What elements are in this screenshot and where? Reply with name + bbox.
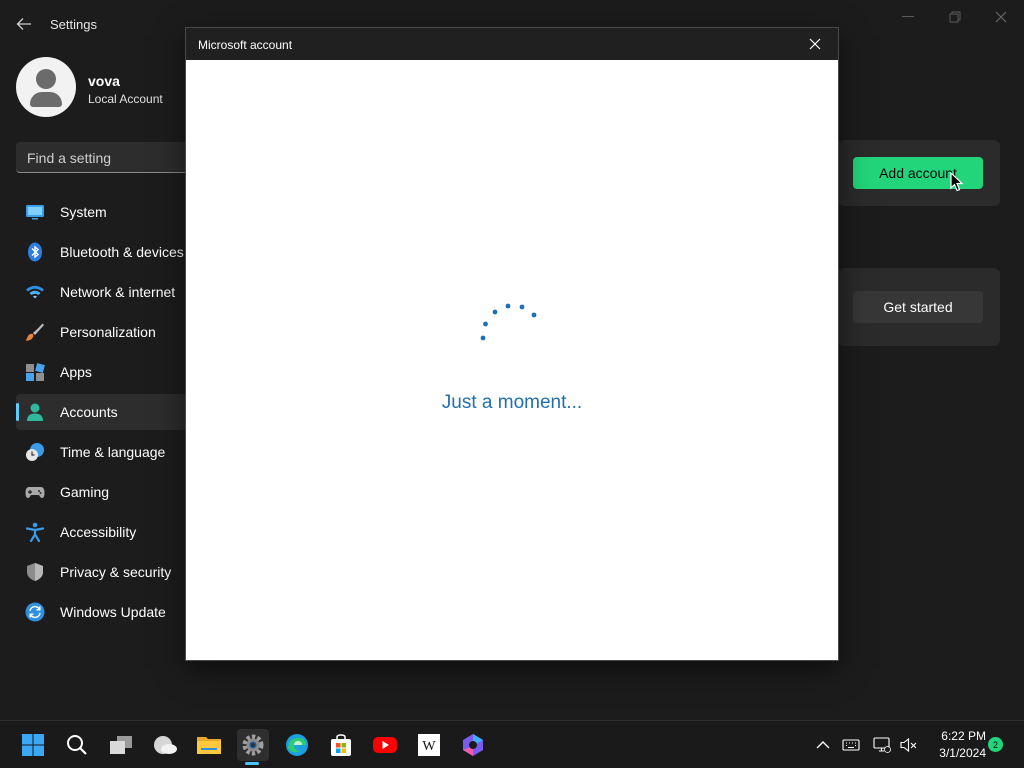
sidebar-item-label: Bluetooth & devices — [60, 244, 184, 260]
sidebar-item-windows-update[interactable]: Windows Update — [16, 594, 206, 630]
dialog-header: Microsoft account — [186, 28, 838, 60]
settings-icon — [242, 734, 264, 756]
wikipedia-icon: W — [418, 734, 440, 756]
chevron-up-icon — [816, 741, 830, 749]
keyboard-icon — [842, 739, 860, 751]
task-view-button[interactable] — [105, 729, 137, 761]
system-icon — [26, 205, 44, 220]
copilot-icon — [463, 734, 483, 756]
restore-icon — [949, 11, 961, 23]
brush-icon — [25, 323, 44, 341]
wikipedia-glyph: W — [422, 739, 436, 754]
sidebar-nav: System Bluetooth & devices Network & int… — [16, 194, 206, 634]
file-explorer-icon — [197, 737, 221, 754]
avatar-body-shape — [30, 92, 62, 107]
volume-button[interactable] — [899, 735, 919, 755]
apps-icon — [26, 363, 45, 381]
avatar[interactable] — [16, 57, 76, 117]
close-icon — [995, 11, 1007, 23]
search-input[interactable]: Find a setting — [16, 142, 206, 173]
avatar-head-shape — [36, 69, 56, 89]
active-app-indicator — [245, 762, 259, 765]
settings-taskbar-button[interactable] — [237, 729, 269, 761]
search-placeholder: Find a setting — [27, 150, 112, 166]
start-button[interactable] — [17, 729, 49, 761]
taskbar-clock[interactable]: 6:22 PM 3/1/2024 — [930, 729, 986, 760]
sidebar-item-time-language[interactable]: Time & language — [16, 434, 206, 470]
update-icon — [25, 602, 45, 622]
show-hidden-icons-button[interactable] — [813, 735, 833, 755]
sidebar-item-bluetooth[interactable]: Bluetooth & devices — [16, 234, 206, 270]
sidebar-item-label: Privacy & security — [60, 564, 172, 580]
file-explorer-button[interactable] — [193, 729, 225, 761]
minimize-button[interactable] — [896, 8, 920, 26]
weather-icon — [154, 736, 177, 754]
user-name: vova — [88, 73, 120, 89]
youtube-icon — [373, 737, 397, 753]
network-status-button[interactable] — [872, 735, 892, 755]
sidebar-item-privacy[interactable]: Privacy & security — [16, 554, 206, 590]
network-disconnected-icon — [873, 737, 891, 753]
wikipedia-button[interactable]: W — [413, 729, 445, 761]
store-icon — [331, 734, 351, 756]
sidebar-item-system[interactable]: System — [16, 194, 206, 230]
copilot-button[interactable] — [457, 729, 489, 761]
notification-badge[interactable]: 2 — [988, 737, 1003, 752]
shield-icon — [27, 563, 43, 581]
sidebar-item-label: Apps — [60, 364, 92, 380]
sidebar-item-label: System — [60, 204, 107, 220]
back-button[interactable] — [10, 12, 38, 36]
sidebar-item-accounts[interactable]: Accounts — [16, 394, 206, 430]
taskbar-search-button[interactable] — [61, 729, 93, 761]
window-close-button[interactable] — [989, 8, 1013, 26]
sidebar-item-label: Gaming — [60, 484, 110, 500]
microsoft-account-dialog: Microsoft account Just a moment... — [185, 27, 839, 661]
sidebar-item-label: Personalization — [60, 324, 156, 340]
close-icon — [809, 38, 821, 50]
youtube-button[interactable] — [369, 729, 401, 761]
sidebar-item-label: Windows Update — [60, 604, 166, 620]
edge-button[interactable] — [281, 729, 313, 761]
minimize-icon — [902, 16, 914, 17]
wifi-icon — [26, 285, 44, 299]
sidebar-item-personalization[interactable]: Personalization — [16, 314, 206, 350]
bluetooth-icon — [28, 242, 42, 262]
loading-spinner-icon — [480, 303, 537, 341]
account-type: Local Account — [88, 92, 163, 106]
edge-icon — [286, 734, 308, 756]
clock-globe-icon — [26, 443, 44, 461]
loading-text: Just a moment... — [441, 392, 583, 413]
accounts-icon — [27, 403, 43, 421]
get-started-button[interactable]: Get started — [853, 291, 983, 323]
mouse-cursor-icon — [950, 172, 964, 192]
taskbar: W 6:22 PM 3/1/2024 2 — [0, 720, 1024, 768]
window-title: Settings — [50, 17, 97, 32]
sidebar-item-network[interactable]: Network & internet — [16, 274, 206, 310]
dialog-close-button[interactable] — [804, 35, 826, 53]
gamepad-icon — [25, 487, 45, 498]
back-arrow-icon — [16, 18, 31, 30]
search-icon — [67, 735, 87, 755]
sidebar-item-apps[interactable]: Apps — [16, 354, 206, 390]
store-button[interactable] — [325, 729, 357, 761]
touch-keyboard-button[interactable] — [841, 735, 861, 755]
clock-date: 3/1/2024 — [939, 746, 986, 760]
volume-muted-icon — [900, 737, 917, 753]
sidebar-item-gaming[interactable]: Gaming — [16, 474, 206, 510]
dialog-title: Microsoft account — [198, 38, 293, 52]
weather-button[interactable] — [149, 729, 181, 761]
accessibility-icon — [25, 522, 45, 542]
sidebar-item-accessibility[interactable]: Accessibility — [16, 514, 206, 550]
sidebar-item-label: Network & internet — [60, 284, 176, 300]
restore-button[interactable] — [943, 8, 967, 26]
start-icon — [22, 734, 44, 756]
task-view-icon — [110, 736, 132, 754]
active-indicator — [16, 403, 19, 421]
sidebar-item-label: Time & language — [60, 444, 166, 460]
sidebar-item-label: Accessibility — [60, 524, 137, 540]
clock-time: 6:22 PM — [941, 729, 986, 743]
sidebar-item-label: Accounts — [60, 404, 118, 420]
